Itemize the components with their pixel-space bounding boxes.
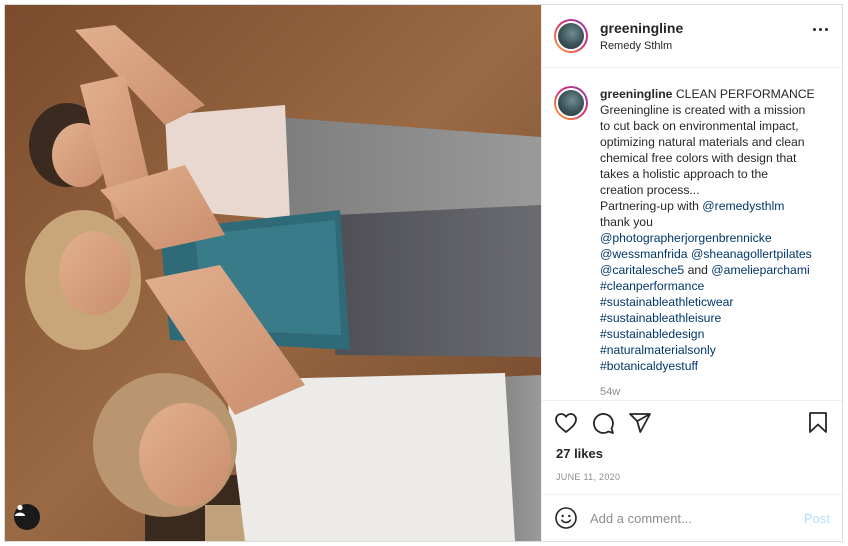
comment-icon[interactable] [591,411,615,435]
action-bar [542,399,842,445]
bookmark-icon[interactable] [806,411,830,435]
post-photo[interactable] [5,5,541,541]
and-text: and [684,262,712,277]
mention-link[interactable]: @amelieparchami [711,263,809,277]
comment-input[interactable] [590,510,804,526]
hashtag-link[interactable]: #cleanperformance [600,279,704,293]
caption-username[interactable]: greeningline [600,87,672,101]
caption-age[interactable]: 54w [600,384,822,400]
hashtag-link[interactable]: #sustainabledesign [600,327,704,341]
caption-text: greeningline CLEAN PERFORMANCE Greeningl… [600,86,822,400]
hashtag-link[interactable]: #sustainableathleticwear [600,295,733,309]
instagram-post: greeningline Remedy Sthlm greeningline C… [4,4,843,542]
post-date: JUNE 11, 2020 [556,472,621,483]
caption-line: takes a holistic approach to the [600,166,769,181]
partnering-text: Partnering-up with [600,198,703,213]
mention-link[interactable]: @photographerjorgenbrennicke [600,231,772,245]
post-comment-button[interactable]: Post [804,511,830,526]
location-link[interactable]: Remedy Sthlm [600,40,683,52]
smiley-icon[interactable] [554,506,578,530]
caption-line: optimizing natural materials and clean [600,134,805,149]
paper-plane-icon[interactable] [628,411,652,435]
caption-avatar[interactable] [554,85,588,120]
comment-bar: Post [542,494,842,541]
mention-link[interactable]: @wessmanfrida [600,247,688,261]
mention-link[interactable]: @remedysthlm [702,199,784,213]
caption-line: to cut back on environmental impact, [600,118,799,133]
post-header: greeningline Remedy Sthlm [542,5,842,68]
likes-count[interactable]: 27 likes [542,445,842,467]
tag-people-button[interactable] [14,504,40,530]
photo-illustration [5,5,541,541]
mention-link[interactable]: @sheanagollertpilates [691,247,812,261]
hashtag-link[interactable]: #botanicaldyestuff [600,359,698,373]
post-sidebar: greeningline Remedy Sthlm greeningline C… [541,5,842,541]
caption-line: Greeningline is created with a mission [600,102,806,117]
avatar[interactable] [554,18,588,53]
thanks-text: thank you [600,214,653,229]
heart-icon[interactable] [554,411,578,435]
caption-line: chemical free colors with design that [600,150,797,165]
caption-line: creation process... [600,182,700,197]
mention-link[interactable]: @caritalesche5 [600,263,684,277]
hashtag-link[interactable]: #naturalmaterialsonly [600,343,716,357]
user-tag-icon [15,504,25,516]
caption-area: greeningline CLEAN PERFORMANCE Greeningl… [542,68,842,400]
header-text: greeningline Remedy Sthlm [600,20,683,52]
username-link[interactable]: greeningline [600,20,683,36]
more-dots-icon[interactable] [813,28,828,31]
caption-line: CLEAN PERFORMANCE [675,86,815,101]
hashtag-link[interactable]: #sustainableathleisure [600,311,721,325]
